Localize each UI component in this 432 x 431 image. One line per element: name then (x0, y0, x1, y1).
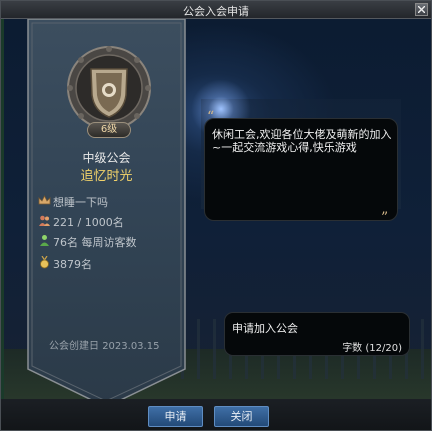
guild-level-badge: 6级 (87, 122, 131, 138)
gold-medal-icon (40, 256, 49, 269)
close-icon[interactable] (415, 3, 428, 16)
guild-gold: 3879名 (53, 258, 92, 271)
visitor-icon (40, 235, 49, 246)
open-quote-icon: “ (207, 109, 215, 125)
left-strip (1, 19, 4, 399)
guild-intro-box: 休闲工会,欢迎各位大佬及萌新的加入~一起交流游戏心得,快乐游戏 (204, 118, 398, 221)
guild-application-window: 公会入会申请 6级 中级公会 追忆时光 想睡一下吗 221 / 1000名 76… (0, 0, 432, 431)
guild-leader: 想睡一下吗 (53, 196, 108, 209)
application-message-text: 申请加入公会 (232, 322, 298, 335)
members-icon (39, 215, 50, 226)
guild-members: 221 / 1000名 (53, 216, 124, 229)
guild-name: 追忆时光 (80, 169, 133, 184)
guild-founded: 公会创建日 2023.03.15 (49, 337, 159, 352)
title-bar[interactable]: 公会入会申请 (1, 1, 431, 19)
close-quote-icon: ” (381, 210, 389, 226)
char-count: 字数 (12/20) (342, 343, 402, 354)
weekly-visitors: 76名 每周访客数 (53, 236, 137, 249)
guild-intro-text: 休闲工会,欢迎各位大佬及萌新的加入~一起交流游戏心得,快乐游戏 (212, 128, 392, 154)
application-message-input[interactable]: 申请加入公会 字数 (12/20) (224, 312, 410, 356)
crown-icon (38, 195, 51, 205)
window-title: 公会入会申请 (183, 5, 249, 18)
founded-date: 2023.03.15 (102, 341, 160, 352)
guild-level-title: 中级公会 (82, 151, 131, 165)
guild-emblem-icon (66, 45, 152, 131)
founded-label: 公会创建日 (49, 341, 99, 352)
apply-button[interactable]: 申请 (148, 406, 203, 427)
close-button[interactable]: 关闭 (214, 406, 269, 427)
